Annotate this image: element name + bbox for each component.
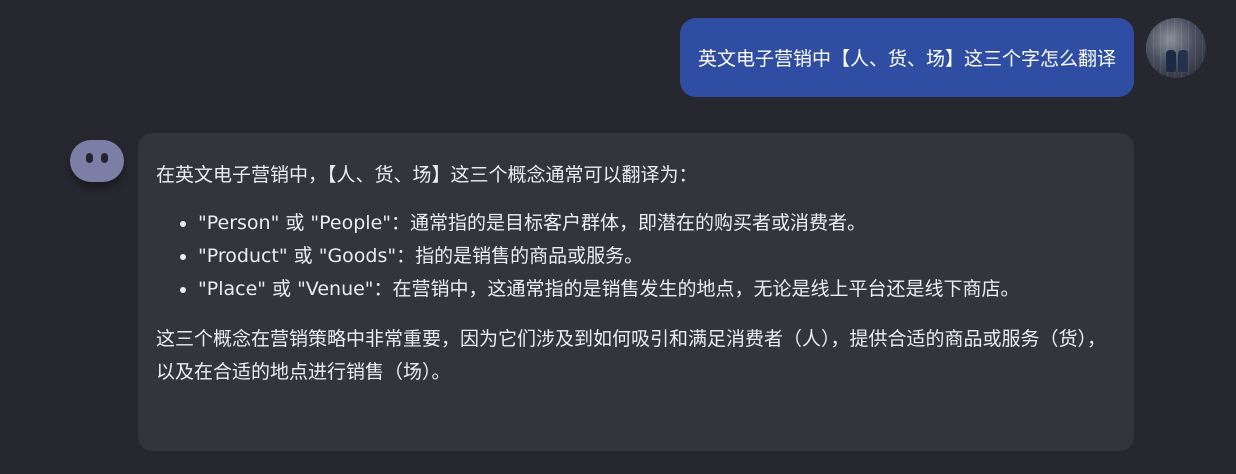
user-avatar[interactable]	[1146, 18, 1206, 78]
bot-face-icon	[70, 140, 124, 182]
list-item: "Person" 或 "People"：通常指的是目标客户群体，即潜在的购买者或…	[198, 207, 1116, 240]
user-message-row: 英文电子营销中【人、货、场】这三个字怎么翻译	[679, 18, 1206, 97]
bot-eye-left	[86, 153, 93, 163]
assistant-message-bubble: 在英文电子营销中，【人、货、场】这三个概念通常可以翻译为： "Person" 或…	[138, 133, 1134, 451]
assistant-conclusion-text: 这三个概念在营销策略中非常重要，因为它们涉及到如何吸引和满足消费者（人），提供合…	[156, 328, 1107, 383]
avatar-photo-texture	[1146, 18, 1206, 78]
list-item: "Place" 或 "Venue"：在营销中，这通常指的是销售发生的地点，无论是…	[198, 273, 1116, 306]
assistant-bullet-list: "Person" 或 "People"：通常指的是目标客户群体，即潜在的购买者或…	[156, 207, 1116, 306]
user-message-text: 英文电子营销中【人、货、场】这三个字怎么翻译	[697, 48, 1116, 70]
assistant-intro-text: 在英文电子营销中，【人、货、场】这三个概念通常可以翻译为：	[156, 164, 698, 186]
avatar-figure	[1178, 50, 1188, 72]
avatar-figure	[1166, 50, 1176, 72]
list-item: "Product" 或 "Goods"：指的是销售的商品或服务。	[198, 240, 1116, 273]
bot-eye-right	[101, 153, 108, 163]
user-message-bubble: 英文电子营销中【人、货、场】这三个字怎么翻译	[679, 18, 1134, 97]
